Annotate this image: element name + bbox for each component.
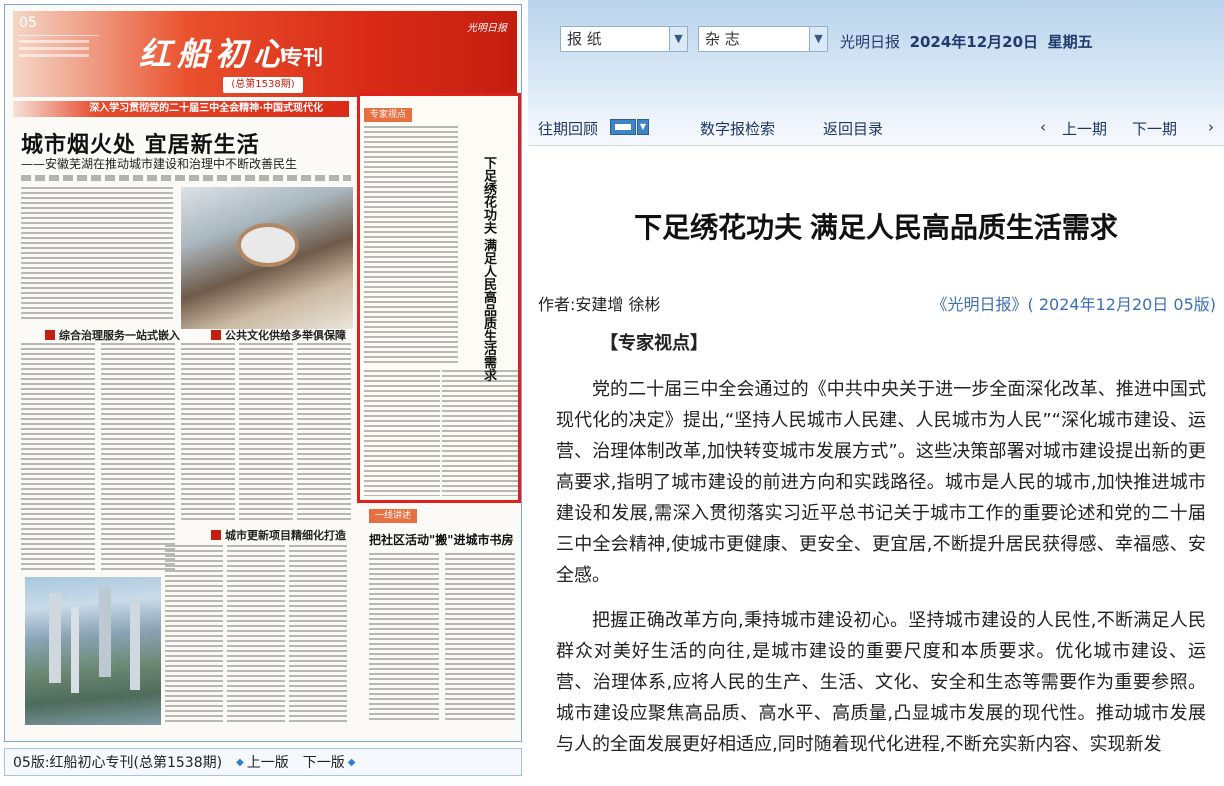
photo-city-aerial <box>25 577 161 725</box>
newspaper-select[interactable]: 报 纸 ▼ <box>560 26 688 52</box>
text-column <box>442 370 518 496</box>
expert-vertical-title: 下足绣花功夫 满足人民高品质生活需求 <box>481 156 496 382</box>
page-caption-label: 05版:红船初心专刊(总第1538期) <box>13 755 223 771</box>
text-column <box>364 370 440 496</box>
prev-page-link[interactable]: ◆ 上一版 <box>236 752 289 772</box>
search-link[interactable]: 数字报检索 <box>700 118 775 139</box>
next-page-label: 下一版 <box>302 755 345 771</box>
masthead-suffix: 专刊 <box>283 45 323 69</box>
prev-page-label: 上一版 <box>246 755 289 771</box>
text-column <box>369 553 439 723</box>
article-title: 下足绣花功夫 满足人民高品质生活需求 <box>634 212 1118 243</box>
masthead-title: 红船初心 <box>139 35 292 73</box>
text-column <box>227 545 285 725</box>
photo-library <box>181 187 353 329</box>
text-column <box>101 343 175 571</box>
masthead-fine-print <box>19 35 99 65</box>
text-column <box>297 343 351 523</box>
paper-logo: 光明日报 <box>467 23 507 34</box>
chevron-left-icon[interactable]: ‹ <box>1040 118 1046 136</box>
frontline-title[interactable]: 把社区活动"搬"进城市书房 <box>369 531 514 548</box>
issue-number: (总第1538期) <box>223 77 303 93</box>
magazine-select[interactable]: 杂 志 ▼ <box>698 26 828 52</box>
page-masthead: 05 红船初心 专刊 (总第1538期) 光明日报 <box>13 11 517 97</box>
dropdown-arrow-icon: ▼ <box>669 27 687 51</box>
article-author: 作者:安建增 徐彬 <box>538 295 661 314</box>
chevron-right-icon[interactable]: › <box>1208 118 1214 136</box>
back-to-index-link[interactable]: 返回目录 <box>823 118 883 139</box>
calendar-dropdown-icon[interactable]: ▼ <box>637 119 649 135</box>
section-heading: 综合治理服务一站式嵌入 <box>45 327 180 343</box>
expert-article-highlight[interactable]: 专家视点 下足绣花功夫 满足人民高品质生活需求 <box>357 93 521 503</box>
text-column <box>21 187 173 319</box>
article-body: 【专家视点】 党的二十届三中全会通过的《中共中央关于进一步全面深化改革、推进中国… <box>556 328 1206 774</box>
text-column <box>239 343 293 523</box>
section-heading: 公共文化供给多举俱保障 <box>211 327 346 343</box>
paper-date-line: 光明日报 2024年12月20日 星期五 <box>840 31 1093 52</box>
article-source[interactable]: 《光明日报》( 2024年12月20日 05版) <box>932 291 1216 315</box>
issue-weekday: 星期五 <box>1047 33 1093 51</box>
next-page-link[interactable]: 下一版 ◆ <box>303 752 356 772</box>
text-column <box>289 545 347 725</box>
topic-banner: 深入学习贯彻党的二十届三中全会精神·中国式现代化 <box>13 101 349 117</box>
calendar-icon[interactable] <box>610 119 636 135</box>
expert-tag: 专家视点 <box>364 108 412 122</box>
text-column <box>445 553 515 723</box>
dropdown-arrow-icon: ▼ <box>809 27 827 51</box>
byline-strip <box>21 175 351 181</box>
top-header <box>528 0 1224 108</box>
text-column <box>21 343 95 571</box>
back-issues-link[interactable]: 往期回顾 <box>538 118 598 139</box>
text-column <box>165 545 223 725</box>
next-issue-link[interactable]: 下一期 <box>1132 118 1177 139</box>
section-heading: 城市更新项目精细化打造 <box>211 527 346 543</box>
page-number: 05 <box>19 15 37 31</box>
paper-name: 光明日报 <box>840 33 901 51</box>
magazine-select-value: 杂 志 <box>705 30 740 48</box>
page-subheadline: ——安徽芜湖在推动城市建设和治理中不断改善民生 <box>21 157 298 171</box>
page-caption-bar: 05版:红船初心专刊(总第1538期) ◆ 上一版 下一版 ◆ <box>4 748 522 776</box>
frontline-tag: 一线讲述 <box>369 509 417 523</box>
article-lead: 【专家视点】 <box>600 333 708 354</box>
article-paragraph: 党的二十届三中全会通过的《中共中央关于进一步全面深化改革、推进中国式现代化的决定… <box>556 379 1206 586</box>
diamond-right-icon: ◆ <box>347 756 356 768</box>
newspaper-select-value: 报 纸 <box>567 30 602 48</box>
prev-issue-link[interactable]: 上一期 <box>1062 118 1107 139</box>
issue-date: 2024年12月20日 <box>909 33 1039 51</box>
newspaper-page-image[interactable]: 05 红船初心 专刊 (总第1538期) 光明日报 深入学习贯彻党的二十届三中全… <box>4 4 522 742</box>
text-column <box>364 126 458 364</box>
diamond-left-icon: ◆ <box>236 756 244 768</box>
text-column <box>181 343 235 523</box>
article-paragraph: 把握正确改革方向,秉持城市建设初心。坚持城市建设的人民性,不断满足人民群众对美好… <box>556 610 1206 755</box>
